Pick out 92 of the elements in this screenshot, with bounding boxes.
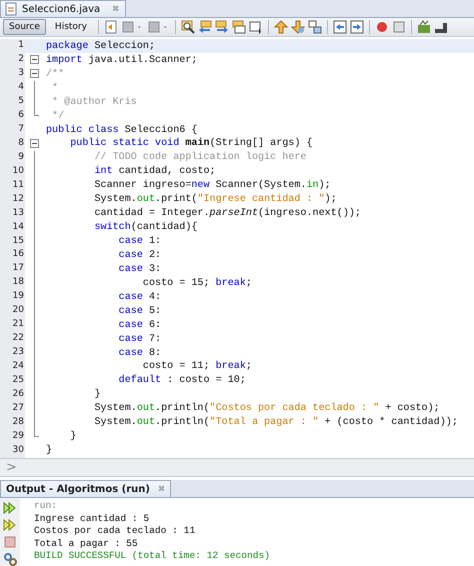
code-line: case 6: (118, 320, 162, 331)
cursor-box-icon[interactable] (248, 20, 263, 34)
shift-right-icon[interactable] (350, 20, 364, 34)
magnifier-icon[interactable] (180, 20, 195, 34)
line-number: 25 (0, 374, 25, 388)
arrow-left-icon[interactable] (198, 20, 212, 34)
output-line: Total a pagar : 55 (34, 538, 139, 550)
line-number: 30 (0, 444, 25, 458)
line-number: 20 (0, 304, 25, 318)
line-number: 15 (0, 234, 25, 248)
code-line: } (93, 389, 101, 400)
line-number: 27 (0, 402, 25, 416)
line-number: 1 (0, 39, 25, 54)
rerun-options-icon[interactable] (3, 518, 17, 532)
line-number: 2 (0, 53, 25, 68)
line-number: 3 (0, 67, 25, 82)
code-line: System.out.print("Ingrese cantidad : "); (93, 194, 337, 206)
record-icon[interactable] (374, 20, 389, 34)
line-number: 4 (0, 81, 25, 96)
line-number: 22 (0, 332, 25, 346)
code-line: switch(cantidad){ (93, 222, 198, 234)
code-line: case 1: (118, 236, 162, 248)
output-line: run: (34, 500, 58, 513)
page-back-icon[interactable] (104, 20, 118, 34)
shift-left-icon[interactable] (332, 20, 347, 34)
code-line: int cantidad, costo; (93, 166, 216, 178)
code-line: case 8: (118, 348, 162, 359)
code-line: cantidad = Integer.parseInt(ingreso.next()); (93, 208, 361, 220)
line-number: 24 (0, 360, 25, 374)
code-line: /** (45, 68, 64, 80)
tab-title: Seleccion6.java (22, 4, 100, 14)
code-line: * @author Kris (51, 96, 137, 108)
line-number: 14 (0, 220, 25, 235)
line-number: 23 (0, 346, 25, 360)
fold-toggle-icon[interactable] (30, 138, 38, 148)
tab-title: Output - Algoritmos (run) (6, 484, 150, 494)
view-tab[interactable]: History (48, 19, 93, 36)
line-number: 29 (0, 430, 25, 444)
line-number: 13 (0, 206, 25, 221)
code-line: case 7: (118, 334, 162, 345)
stacked-pages-icon[interactable] (232, 20, 246, 34)
line-number: 17 (0, 262, 25, 276)
java-file-icon (4, 2, 18, 16)
arrow-right-icon[interactable] (214, 20, 229, 34)
code-line: public class Seleccion6 { (45, 124, 198, 136)
code-line: case 5: (118, 306, 162, 317)
code-line: case 3: (118, 264, 162, 275)
code-line: } (45, 445, 52, 456)
code-line: public static void main(String[] args) { (69, 138, 313, 150)
code-line: System.out.println("Costos por cada teclado : " + costo); (93, 403, 440, 414)
line-number: 12 (0, 192, 25, 207)
line-number: 7 (0, 123, 25, 137)
line-number: 16 (0, 248, 25, 262)
code-line: System.out.println("Total a pagar : " + (costo * cantidad)); (93, 417, 458, 428)
line-number: 6 (0, 109, 25, 124)
code-line: case 4: (118, 292, 162, 303)
line-number: 8 (0, 136, 25, 151)
line-number: 26 (0, 388, 25, 402)
page-icon[interactable] (146, 20, 161, 34)
fold-toggle-icon[interactable] (30, 69, 38, 78)
stop-square-icon[interactable] (392, 20, 406, 34)
line-number: 9 (0, 150, 25, 165)
line-number: 28 (0, 416, 25, 430)
rerun-icon[interactable] (3, 501, 17, 515)
code-line: default : costo = 10; (118, 375, 246, 386)
shapes-icon[interactable] (308, 20, 322, 34)
stop-icon[interactable] (3, 535, 17, 549)
fold-toggle-icon[interactable] (30, 55, 38, 64)
code-line: // TODO code application logic here (93, 152, 306, 164)
view-tab[interactable]: Source (3, 19, 46, 36)
line-number: 19 (0, 290, 25, 304)
line-number: 5 (0, 95, 25, 110)
line-number: 11 (0, 178, 25, 193)
arrow-up-icon[interactable] (274, 20, 288, 34)
code-line: import java.util.Scanner; (45, 54, 198, 66)
code-line: */ (51, 110, 64, 122)
code-line: case 2: (118, 250, 162, 261)
code-line: } (69, 431, 76, 442)
code-line: package Seleccion; (45, 40, 156, 52)
line-number: 21 (0, 318, 25, 332)
line-number: 18 (0, 276, 25, 290)
page-icon[interactable] (120, 20, 135, 34)
output-line: Costos por cada teclado : 11 (34, 525, 196, 538)
code-line: costo = 15; break; (142, 278, 252, 289)
output-line: BUILD SUCCESSFUL (total time: 12 seconds) (34, 550, 270, 563)
code-line: Scanner ingreso=new Scanner(System.in); (93, 180, 331, 192)
output-line: Ingrese cantidad : 5 (34, 512, 150, 526)
check-chart-icon[interactable] (416, 20, 431, 34)
line-number: 10 (0, 164, 25, 179)
arrow-down-icon[interactable] (290, 20, 305, 34)
code-line: costo = 11; break; (142, 361, 252, 372)
code-line: * (51, 82, 58, 94)
